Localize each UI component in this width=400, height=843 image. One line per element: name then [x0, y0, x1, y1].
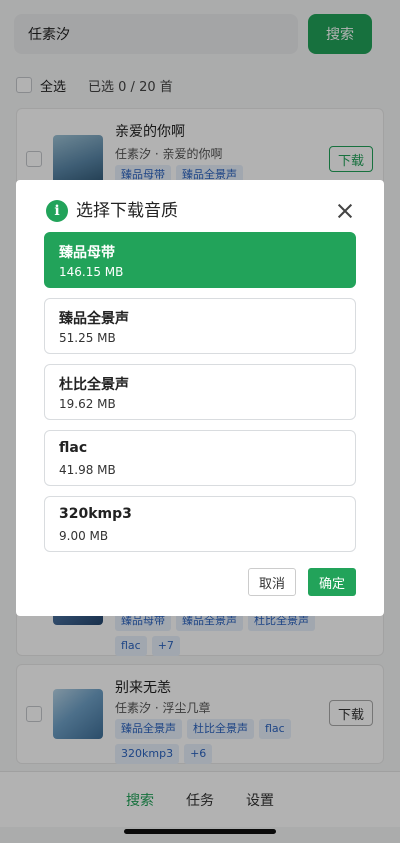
option-name: 臻品全景声	[59, 311, 129, 327]
close-icon[interactable]	[336, 202, 354, 220]
option-size: 19.62 MB	[59, 397, 116, 411]
quality-dialog: i 选择下载音质 臻品母带 146.15 MB 臻品全景声 51.25 MB 杜…	[16, 180, 384, 616]
option-name: 320kmp3	[59, 506, 132, 522]
option-name: 杜比全景声	[59, 377, 129, 393]
option-size: 41.98 MB	[59, 463, 116, 477]
quality-option-dolby[interactable]: 杜比全景声 19.62 MB	[44, 364, 356, 420]
confirm-button[interactable]: 确定	[308, 568, 356, 596]
option-size: 146.15 MB	[59, 265, 124, 279]
option-name: 臻品母带	[59, 245, 115, 261]
option-size: 51.25 MB	[59, 331, 116, 345]
option-size: 9.00 MB	[59, 529, 109, 543]
info-icon: i	[46, 200, 68, 222]
quality-option-master[interactable]: 臻品母带 146.15 MB	[44, 232, 356, 288]
cancel-button[interactable]: 取消	[248, 568, 296, 596]
quality-option-flac[interactable]: flac 41.98 MB	[44, 430, 356, 486]
dialog-title: 选择下载音质	[76, 201, 178, 221]
option-name: flac	[59, 440, 88, 456]
quality-option-mp3[interactable]: 320kmp3 9.00 MB	[44, 496, 356, 552]
quality-option-atmos[interactable]: 臻品全景声 51.25 MB	[44, 298, 356, 354]
